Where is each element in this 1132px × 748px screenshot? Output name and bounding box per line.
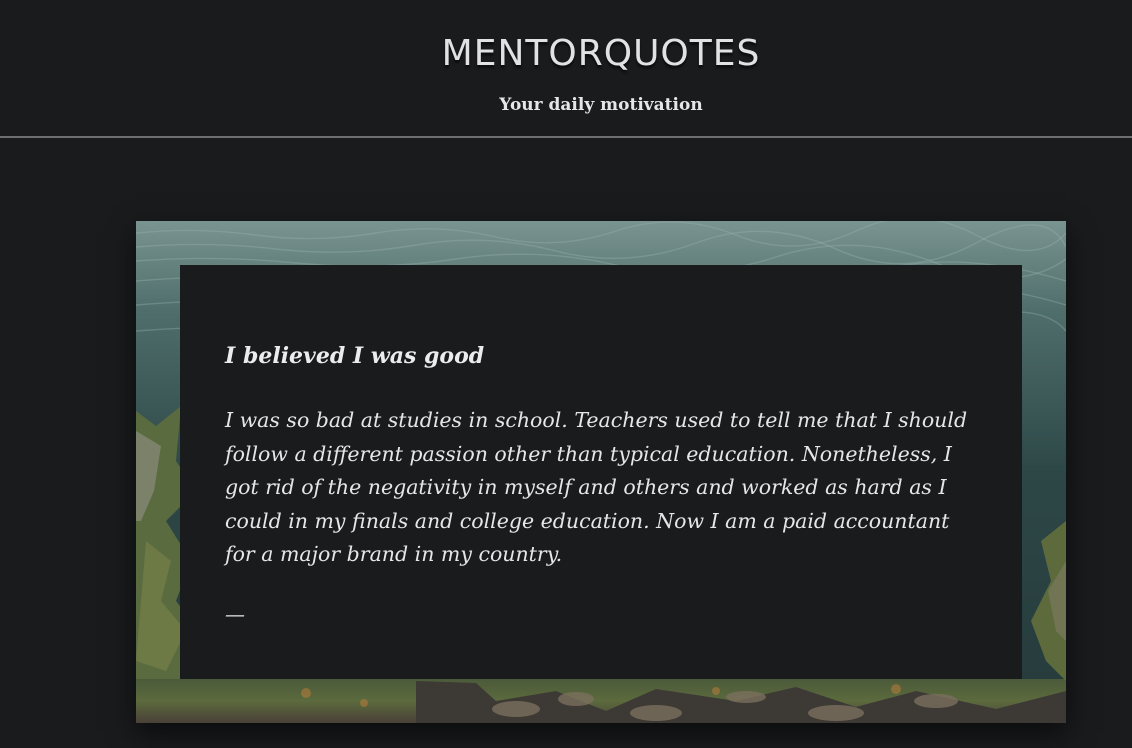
quote-author: — xyxy=(225,602,245,626)
quote-text: I was so bad at studies in school. Teach… xyxy=(225,408,968,566)
site-tagline: Your daily motivation xyxy=(499,95,703,115)
quote-card: I believed I was good I was so bad at st… xyxy=(180,265,1022,679)
site-header: MENTORQUOTES Your daily motivation xyxy=(0,0,1132,138)
site-title: MENTORQUOTES xyxy=(441,33,761,74)
quote-title: I believed I was good xyxy=(225,343,485,369)
